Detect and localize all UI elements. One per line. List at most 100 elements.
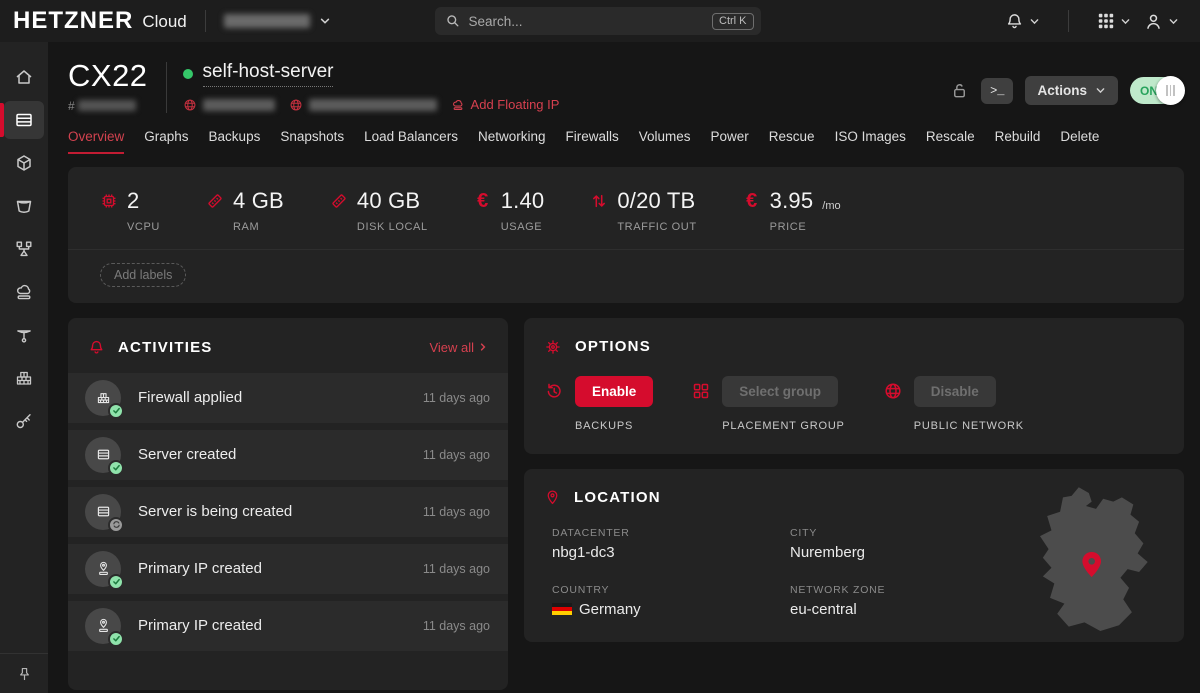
- networks-icon: [14, 325, 34, 345]
- apps-menu[interactable]: [1094, 9, 1134, 33]
- server-name[interactable]: self-host-server: [203, 61, 334, 87]
- tab-power[interactable]: Power: [711, 129, 749, 154]
- server-icon: [95, 446, 112, 463]
- ipv6-address[interactable]: [289, 98, 437, 112]
- tab-graphs[interactable]: Graphs: [144, 129, 188, 154]
- option-label: PLACEMENT GROUP: [691, 420, 844, 432]
- chevron-right-icon: [478, 342, 488, 352]
- tab-networking[interactable]: Networking: [478, 129, 546, 154]
- bell-icon: [88, 339, 105, 356]
- euro-icon: €: [474, 191, 492, 211]
- cube-icon: [14, 153, 34, 173]
- stat-value: 2: [127, 188, 139, 214]
- avatar: [85, 551, 121, 587]
- activity-text: Server is being created: [138, 503, 292, 520]
- ipv4-redacted: [203, 99, 275, 111]
- option-backups: Enable BACKUPS: [544, 376, 653, 432]
- search-shortcut-badge: Ctrl K: [712, 13, 754, 30]
- stat-value: 0/20 TB: [617, 188, 695, 214]
- ipv4-address[interactable]: [183, 98, 275, 112]
- activity-row[interactable]: Server created 11 days ago: [68, 430, 508, 480]
- view-all-label: View all: [429, 340, 474, 355]
- disable-public-network-button[interactable]: Disable: [914, 376, 996, 407]
- tab-volumes[interactable]: Volumes: [639, 129, 691, 154]
- grid-apps-icon: [1097, 12, 1115, 30]
- pin-sidebar-icon[interactable]: [16, 666, 33, 683]
- success-badge-icon: [108, 403, 124, 419]
- tab-delete[interactable]: Delete: [1060, 129, 1099, 154]
- power-toggle[interactable]: ON: [1130, 77, 1184, 104]
- enable-backups-button[interactable]: Enable: [575, 376, 653, 407]
- status-dot-running: [183, 69, 193, 79]
- sidebar-item-volumes[interactable]: [4, 187, 44, 225]
- field-country: COUNTRY Germany: [552, 584, 790, 618]
- tab-iso-images[interactable]: ISO Images: [835, 129, 906, 154]
- avatar: [85, 608, 121, 644]
- servers-icon: [14, 110, 34, 130]
- sidebar-item-floating-ips[interactable]: [4, 273, 44, 311]
- tab-rebuild[interactable]: Rebuild: [995, 129, 1041, 154]
- key-icon: [14, 411, 34, 431]
- search-input[interactable]: [469, 14, 713, 29]
- location-pin-icon: [544, 489, 561, 506]
- bell-icon: [1005, 12, 1024, 31]
- sidebar-footer: [0, 653, 48, 693]
- sidebar-item-images[interactable]: [4, 144, 44, 182]
- cpu-chip-icon: [100, 192, 118, 210]
- activity-row[interactable]: Primary IP created 11 days ago: [68, 544, 508, 594]
- divider: [205, 10, 206, 32]
- activity-time: 11 days ago: [423, 391, 490, 405]
- search-icon: [445, 13, 461, 29]
- main-content: CX22 # self-host-server: [48, 42, 1200, 693]
- field-label: CITY: [790, 527, 1022, 539]
- field-label: DATACENTER: [552, 527, 790, 539]
- activity-text: Primary IP created: [138, 617, 262, 634]
- sidebar-item-home[interactable]: [4, 58, 44, 96]
- activity-row[interactable]: Firewall applied 11 days ago: [68, 373, 508, 423]
- activity-row[interactable]: Primary IP created 11 days ago: [68, 601, 508, 651]
- select-placement-group-button[interactable]: Select group: [722, 376, 838, 407]
- tab-backups[interactable]: Backups: [209, 129, 261, 154]
- sidebar-item-load-balancers[interactable]: [4, 230, 44, 268]
- avatar: [85, 494, 121, 530]
- tab-overview[interactable]: Overview: [68, 129, 124, 154]
- floating-ip-icon: [451, 98, 465, 112]
- option-label: BACKUPS: [544, 420, 653, 432]
- tab-rescale[interactable]: Rescale: [926, 129, 975, 154]
- stat-value: 40 GB: [357, 188, 420, 214]
- add-floating-ip-link[interactable]: Add Floating IP: [451, 97, 560, 112]
- view-all-link[interactable]: View all: [429, 340, 488, 355]
- sidebar-item-networks[interactable]: [4, 316, 44, 354]
- tab-firewalls[interactable]: Firewalls: [565, 129, 618, 154]
- stat-value: 1.40: [501, 188, 545, 214]
- stat-usage: € 1.40 USAGE: [474, 188, 545, 233]
- sidebar-item-servers[interactable]: [4, 101, 44, 139]
- server-header: CX22 # self-host-server: [68, 60, 1184, 113]
- server-tabs: Overview Graphs Backups Snapshots Load B…: [68, 129, 1184, 154]
- left-sidebar: [0, 42, 48, 693]
- server-icon: [95, 503, 112, 520]
- product-name: Cloud: [142, 12, 186, 32]
- stat-label: DISK LOCAL: [330, 221, 428, 233]
- search-bar[interactable]: Ctrl K: [435, 7, 761, 35]
- globe-icon: [183, 98, 197, 112]
- tab-snapshots[interactable]: Snapshots: [280, 129, 344, 154]
- tab-load-balancers[interactable]: Load Balancers: [364, 129, 458, 154]
- account-menu[interactable]: [1141, 9, 1182, 34]
- floating-ip-icon: [14, 282, 34, 302]
- stat-suffix: /mo: [822, 200, 840, 214]
- notifications-menu[interactable]: [1002, 9, 1043, 34]
- germany-map: [1022, 483, 1170, 641]
- unlock-icon[interactable]: [950, 81, 969, 100]
- activity-row[interactable]: Server is being created 11 days ago: [68, 487, 508, 537]
- project-switcher[interactable]: [224, 14, 331, 28]
- actions-button[interactable]: Actions: [1025, 76, 1118, 105]
- field-label: NETWORK ZONE: [790, 584, 1022, 596]
- ram-icon: [206, 192, 224, 210]
- stat-label: PRICE: [743, 221, 841, 233]
- sidebar-item-security[interactable]: [4, 402, 44, 440]
- tab-rescue[interactable]: Rescue: [769, 129, 815, 154]
- add-labels-button[interactable]: Add labels: [100, 263, 186, 287]
- sidebar-item-firewalls[interactable]: [4, 359, 44, 397]
- console-button[interactable]: >_: [981, 78, 1013, 104]
